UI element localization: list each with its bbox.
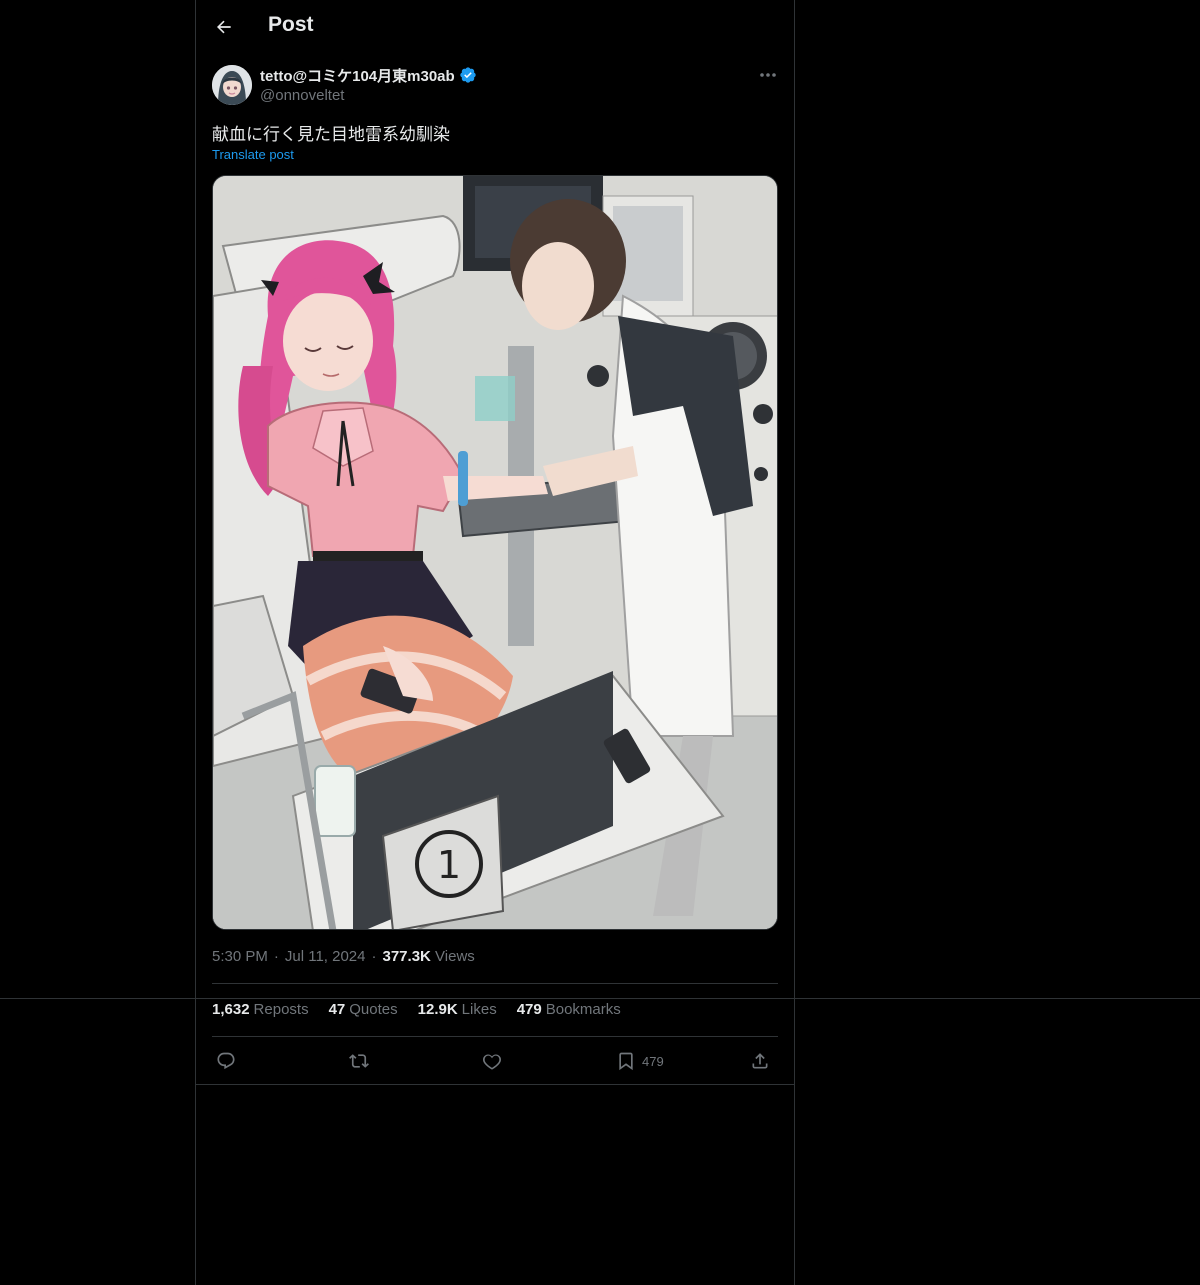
ellipsis-icon xyxy=(760,73,776,77)
user-handle[interactable]: @onnoveltet xyxy=(260,87,477,104)
bookmark-count: 479 xyxy=(642,1053,664,1069)
share-button[interactable] xyxy=(750,1048,770,1074)
bookmark-icon xyxy=(619,1052,633,1071)
views: 377.3K Views xyxy=(383,948,475,965)
engagement-stats: 1,632 Reposts 47 Quotes 12.9K Likes 479 Book… xyxy=(212,1001,621,1018)
arrow-left-icon xyxy=(217,20,231,34)
primary-column: Post tetto@コミケ104月東m30ab @onnoveltet 献血に… xyxy=(195,0,795,1285)
bookmarks-count: 479 xyxy=(516,1001,542,1018)
reposts-count: 1,632 xyxy=(212,1001,250,1018)
bookmarks-stat[interactable]: 479 Bookmarks xyxy=(517,1001,621,1018)
repost-icon xyxy=(349,1054,369,1068)
avatar[interactable] xyxy=(212,65,252,105)
quotes-stat[interactable]: 47 Quotes xyxy=(329,1001,398,1018)
reposts-label: Reposts xyxy=(253,1001,309,1018)
page-title: Post xyxy=(268,13,314,36)
back-button[interactable] xyxy=(210,13,238,41)
post-text: 献血に行く見た目地雷系幼馴染 xyxy=(212,125,450,145)
quotes-label: Quotes xyxy=(349,1001,398,1018)
more-options-button[interactable] xyxy=(756,64,780,86)
likes-stat[interactable]: 12.9K Likes xyxy=(418,1001,497,1018)
share-icon xyxy=(752,1053,768,1069)
reposts-stat[interactable]: 1,632 Reposts xyxy=(212,1001,309,1018)
illustration: 1 xyxy=(213,176,777,929)
meta-separator: · xyxy=(273,948,279,965)
name-row: tetto@コミケ104月東m30ab xyxy=(260,65,477,85)
bookmarks-label: Bookmarks xyxy=(545,1001,621,1018)
views-count: 377.3K xyxy=(382,948,431,965)
action-bar: 479 xyxy=(212,1044,778,1078)
divider xyxy=(212,1036,778,1037)
post-meta: 5:30 PM · Jul 11, 2024 · 377.3K Views xyxy=(212,948,475,965)
avatar-image xyxy=(212,65,252,105)
like-button[interactable] xyxy=(482,1048,502,1074)
heart-icon xyxy=(483,1054,501,1070)
translate-post-link[interactable]: Translate post xyxy=(212,147,294,162)
divider xyxy=(212,983,778,984)
reply-icon xyxy=(217,1052,235,1070)
divider xyxy=(196,1084,794,1085)
top-bar: Post xyxy=(196,0,794,54)
likes-count: 12.9K xyxy=(417,1001,458,1018)
post-media-image[interactable]: 1 xyxy=(212,175,778,930)
reply-button[interactable] xyxy=(216,1048,236,1074)
display-name[interactable]: tetto@コミケ104月東m30ab xyxy=(260,65,455,86)
author-block: tetto@コミケ104月東m30ab @onnoveltet xyxy=(260,65,477,104)
meta-separator: · xyxy=(371,948,377,965)
quotes-count: 47 xyxy=(328,1001,346,1018)
verified-badge-icon[interactable] xyxy=(459,66,477,84)
svg-text:1: 1 xyxy=(437,843,461,887)
post-date[interactable]: Jul 11, 2024 xyxy=(285,948,366,965)
post-time[interactable]: 5:30 PM xyxy=(212,948,268,965)
likes-label: Likes xyxy=(461,1001,497,1018)
repost-button[interactable] xyxy=(348,1048,370,1074)
bookmark-button[interactable]: 479 xyxy=(616,1048,664,1074)
views-label: Views xyxy=(435,948,475,965)
